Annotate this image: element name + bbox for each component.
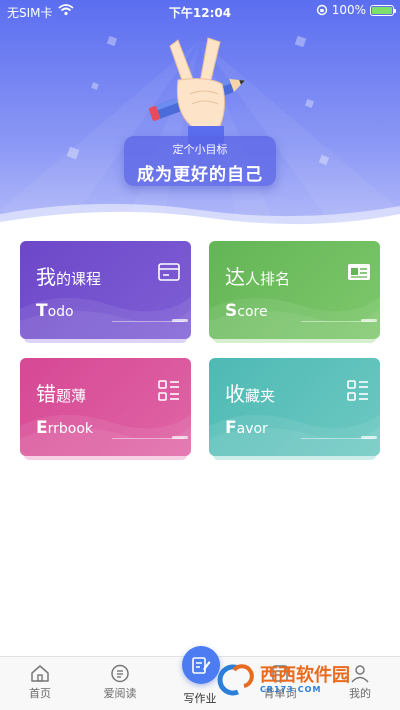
card-divider-accent [361, 319, 377, 322]
tab-label: 爱阅读 [103, 687, 137, 700]
favorites-card[interactable]: 收藏夹 Favor [209, 358, 380, 456]
tab-label: 首页 [29, 687, 51, 700]
list-icon [347, 380, 368, 401]
tab-home[interactable]: 首页 [0, 657, 80, 710]
read-icon [111, 664, 129, 683]
card-title: 错题薄 [36, 382, 87, 406]
id-card-icon [348, 264, 370, 280]
card-title: 我的课程 [36, 265, 102, 289]
hero-banner: 定个小目标 成为更好的自己 [0, 0, 400, 236]
watermark-logo-icon [217, 664, 254, 696]
status-bar: 无SIM卡 下午12:04 100% [0, 0, 400, 22]
card-divider-accent [172, 436, 188, 439]
watermark-text: 西西软件园 [260, 664, 350, 686]
battery-icon [370, 4, 396, 16]
goal-title: 成为更好的自己 [137, 165, 263, 185]
goal-subtitle: 定个小目标 [172, 143, 228, 156]
home-icon [31, 665, 49, 682]
my-courses-card[interactable]: 我的课程 Todo [20, 241, 191, 339]
list-icon [158, 380, 179, 401]
battery-percentage: 100% [331, 3, 366, 17]
card-subtitle: Favor [225, 418, 268, 438]
goal-badge: 定个小目标 成为更好的自己 [124, 136, 276, 186]
card-title: 达人排名 [225, 265, 291, 289]
hero-wave-divider [0, 203, 400, 236]
error-book-card[interactable]: 错题薄 Errbook [20, 358, 191, 456]
write-homework-button[interactable] [182, 646, 220, 684]
expert-ranking-card[interactable]: 达人排名 Score [209, 241, 380, 339]
card-divider-accent [361, 436, 377, 439]
edit-icon [192, 657, 211, 674]
card-divider-accent [172, 319, 188, 322]
rotation-lock-icon [316, 4, 327, 16]
card-subtitle: Errbook [36, 418, 94, 438]
card-title: 收藏夹 [225, 382, 276, 406]
card-subtitle: Todo [36, 301, 74, 321]
watermark-subtext: CR173.COM [260, 684, 322, 694]
card-icon [158, 263, 180, 281]
tab-reading[interactable]: 爱阅读 [80, 657, 160, 710]
victory-hand-pencil-icon [148, 37, 245, 146]
site-watermark: 西西软件园 CR173.COM [216, 660, 396, 700]
card-subtitle: Score [225, 301, 268, 321]
